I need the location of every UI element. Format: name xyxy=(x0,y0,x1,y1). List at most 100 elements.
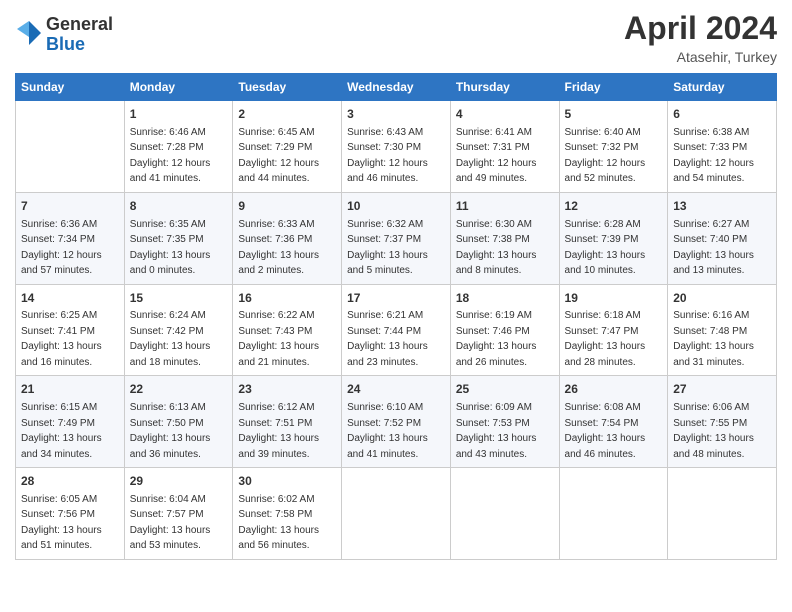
day-info: Sunrise: 6:25 AMSunset: 7:41 PMDaylight:… xyxy=(21,310,102,368)
day-number: 26 xyxy=(565,381,663,398)
day-number: 27 xyxy=(673,381,771,398)
day-number: 13 xyxy=(673,198,771,215)
day-cell: 23 Sunrise: 6:12 AMSunset: 7:51 PMDayligh… xyxy=(233,376,342,468)
logo-icon xyxy=(15,19,43,47)
day-cell: 5Sunrise: 6:40 AMSunset: 7:32 PMDaylight… xyxy=(559,101,668,193)
day-info: Sunrise: 6:33 AMSunset: 7:36 PMDaylight:… xyxy=(238,219,319,277)
day-info: Sunrise: 6:16 AMSunset: 7:48 PMDaylight:… xyxy=(673,310,754,368)
day-cell: 8 Sunrise: 6:35 AMSunset: 7:35 PMDaylight… xyxy=(124,192,233,284)
day-info: Sunrise: 6:19 AMSunset: 7:46 PMDaylight:… xyxy=(456,310,537,368)
header: General Blue April 2024 Atasehir, Turkey xyxy=(15,10,777,65)
day-cell: 26 Sunrise: 6:08 AMSunset: 7:54 PMDayligh… xyxy=(559,376,668,468)
page: General Blue April 2024 Atasehir, Turkey… xyxy=(0,0,792,612)
day-cell: 14 Sunrise: 6:25 AMSunset: 7:41 PMDayligh… xyxy=(16,284,125,376)
day-cell xyxy=(450,468,559,560)
day-info: Sunrise: 6:36 AMSunset: 7:34 PMDaylight:… xyxy=(21,219,102,277)
day-info: Sunrise: 6:06 AMSunset: 7:55 PMDaylight:… xyxy=(673,402,754,460)
day-number: 4 xyxy=(456,106,554,123)
day-number: 20 xyxy=(673,290,771,307)
day-info: Sunrise: 6:38 AMSunset: 7:33 PMDaylight:… xyxy=(673,127,754,185)
day-number: 2 xyxy=(238,106,336,123)
day-number: 21 xyxy=(21,381,119,398)
day-number: 29 xyxy=(130,473,228,490)
day-info: Sunrise: 6:18 AMSunset: 7:47 PMDaylight:… xyxy=(565,310,646,368)
day-info: Sunrise: 6:21 AMSunset: 7:44 PMDaylight:… xyxy=(347,310,428,368)
title-month: April 2024 xyxy=(624,10,777,47)
day-cell: 27 Sunrise: 6:06 AMSunset: 7:55 PMDayligh… xyxy=(668,376,777,468)
day-cell: 7 Sunrise: 6:36 AMSunset: 7:34 PMDaylight… xyxy=(16,192,125,284)
header-cell-wednesday: Wednesday xyxy=(342,74,451,101)
day-info: Sunrise: 6:32 AMSunset: 7:37 PMDaylight:… xyxy=(347,219,428,277)
day-info: Sunrise: 6:27 AMSunset: 7:40 PMDaylight:… xyxy=(673,219,754,277)
day-cell: 13 Sunrise: 6:27 AMSunset: 7:40 PMDayligh… xyxy=(668,192,777,284)
day-cell: 6Sunrise: 6:38 AMSunset: 7:33 PMDaylight… xyxy=(668,101,777,193)
day-number: 8 xyxy=(130,198,228,215)
day-cell: 30Sunrise: 6:02 AMSunset: 7:58 PMDayligh… xyxy=(233,468,342,560)
day-info: Sunrise: 6:12 AMSunset: 7:51 PMDaylight:… xyxy=(238,402,319,460)
header-cell-tuesday: Tuesday xyxy=(233,74,342,101)
week-row-1: 1Sunrise: 6:46 AMSunset: 7:28 PMDaylight… xyxy=(16,101,777,193)
day-number: 15 xyxy=(130,290,228,307)
day-info: Sunrise: 6:28 AMSunset: 7:39 PMDaylight:… xyxy=(565,219,646,277)
week-row-4: 21 Sunrise: 6:15 AMSunset: 7:49 PMDayligh… xyxy=(16,376,777,468)
day-cell: 9 Sunrise: 6:33 AMSunset: 7:36 PMDaylight… xyxy=(233,192,342,284)
day-info: Sunrise: 6:15 AMSunset: 7:49 PMDaylight:… xyxy=(21,402,102,460)
day-cell xyxy=(559,468,668,560)
day-cell: 24 Sunrise: 6:10 AMSunset: 7:52 PMDayligh… xyxy=(342,376,451,468)
day-cell: 4Sunrise: 6:41 AMSunset: 7:31 PMDaylight… xyxy=(450,101,559,193)
day-number: 28 xyxy=(21,473,119,490)
day-cell: 25 Sunrise: 6:09 AMSunset: 7:53 PMDayligh… xyxy=(450,376,559,468)
day-cell: 3 Sunrise: 6:43 AMSunset: 7:30 PMDaylight… xyxy=(342,101,451,193)
day-cell: 16Sunrise: 6:22 AMSunset: 7:43 PMDayligh… xyxy=(233,284,342,376)
day-info: Sunrise: 6:10 AMSunset: 7:52 PMDaylight:… xyxy=(347,402,428,460)
day-cell: 20 Sunrise: 6:16 AMSunset: 7:48 PMDayligh… xyxy=(668,284,777,376)
day-number: 3 xyxy=(347,106,445,123)
calendar-table: SundayMondayTuesdayWednesdayThursdayFrid… xyxy=(15,73,777,560)
day-info: Sunrise: 6:43 AMSunset: 7:30 PMDaylight:… xyxy=(347,127,428,185)
day-number: 9 xyxy=(238,198,336,215)
day-cell xyxy=(16,101,125,193)
day-cell: 18 Sunrise: 6:19 AMSunset: 7:46 PMDayligh… xyxy=(450,284,559,376)
header-cell-friday: Friday xyxy=(559,74,668,101)
day-number: 5 xyxy=(565,106,663,123)
day-cell: 28Sunrise: 6:05 AMSunset: 7:56 PMDayligh… xyxy=(16,468,125,560)
day-cell xyxy=(342,468,451,560)
header-cell-monday: Monday xyxy=(124,74,233,101)
header-cell-saturday: Saturday xyxy=(668,74,777,101)
logo-text: General Blue xyxy=(46,15,113,55)
day-info: Sunrise: 6:24 AMSunset: 7:42 PMDaylight:… xyxy=(130,310,211,368)
day-number: 24 xyxy=(347,381,445,398)
day-number: 22 xyxy=(130,381,228,398)
logo-blue-text: Blue xyxy=(46,35,113,55)
day-cell: 19 Sunrise: 6:18 AMSunset: 7:47 PMDayligh… xyxy=(559,284,668,376)
logo: General Blue xyxy=(15,15,113,55)
day-cell xyxy=(668,468,777,560)
day-info: Sunrise: 6:04 AMSunset: 7:57 PMDaylight:… xyxy=(130,494,211,552)
day-info: Sunrise: 6:08 AMSunset: 7:54 PMDaylight:… xyxy=(565,402,646,460)
week-row-5: 28Sunrise: 6:05 AMSunset: 7:56 PMDayligh… xyxy=(16,468,777,560)
day-cell: 15 Sunrise: 6:24 AMSunset: 7:42 PMDayligh… xyxy=(124,284,233,376)
day-number: 23 xyxy=(238,381,336,398)
day-number: 18 xyxy=(456,290,554,307)
day-cell: 17 Sunrise: 6:21 AMSunset: 7:44 PMDayligh… xyxy=(342,284,451,376)
day-number: 11 xyxy=(456,198,554,215)
day-number: 19 xyxy=(565,290,663,307)
day-number: 10 xyxy=(347,198,445,215)
title-location: Atasehir, Turkey xyxy=(624,49,777,65)
day-info: Sunrise: 6:02 AMSunset: 7:58 PMDaylight:… xyxy=(238,494,319,552)
day-number: 14 xyxy=(21,290,119,307)
day-cell: 21 Sunrise: 6:15 AMSunset: 7:49 PMDayligh… xyxy=(16,376,125,468)
day-cell: 11Sunrise: 6:30 AMSunset: 7:38 PMDayligh… xyxy=(450,192,559,284)
day-number: 25 xyxy=(456,381,554,398)
day-number: 17 xyxy=(347,290,445,307)
logo-general-text: General xyxy=(46,15,113,35)
day-number: 16 xyxy=(238,290,336,307)
day-info: Sunrise: 6:13 AMSunset: 7:50 PMDaylight:… xyxy=(130,402,211,460)
day-info: Sunrise: 6:46 AMSunset: 7:28 PMDaylight:… xyxy=(130,127,211,185)
day-number: 7 xyxy=(21,198,119,215)
day-info: Sunrise: 6:35 AMSunset: 7:35 PMDaylight:… xyxy=(130,219,211,277)
week-row-3: 14 Sunrise: 6:25 AMSunset: 7:41 PMDayligh… xyxy=(16,284,777,376)
week-row-2: 7 Sunrise: 6:36 AMSunset: 7:34 PMDaylight… xyxy=(16,192,777,284)
day-info: Sunrise: 6:09 AMSunset: 7:53 PMDaylight:… xyxy=(456,402,537,460)
day-cell: 10 Sunrise: 6:32 AMSunset: 7:37 PMDayligh… xyxy=(342,192,451,284)
